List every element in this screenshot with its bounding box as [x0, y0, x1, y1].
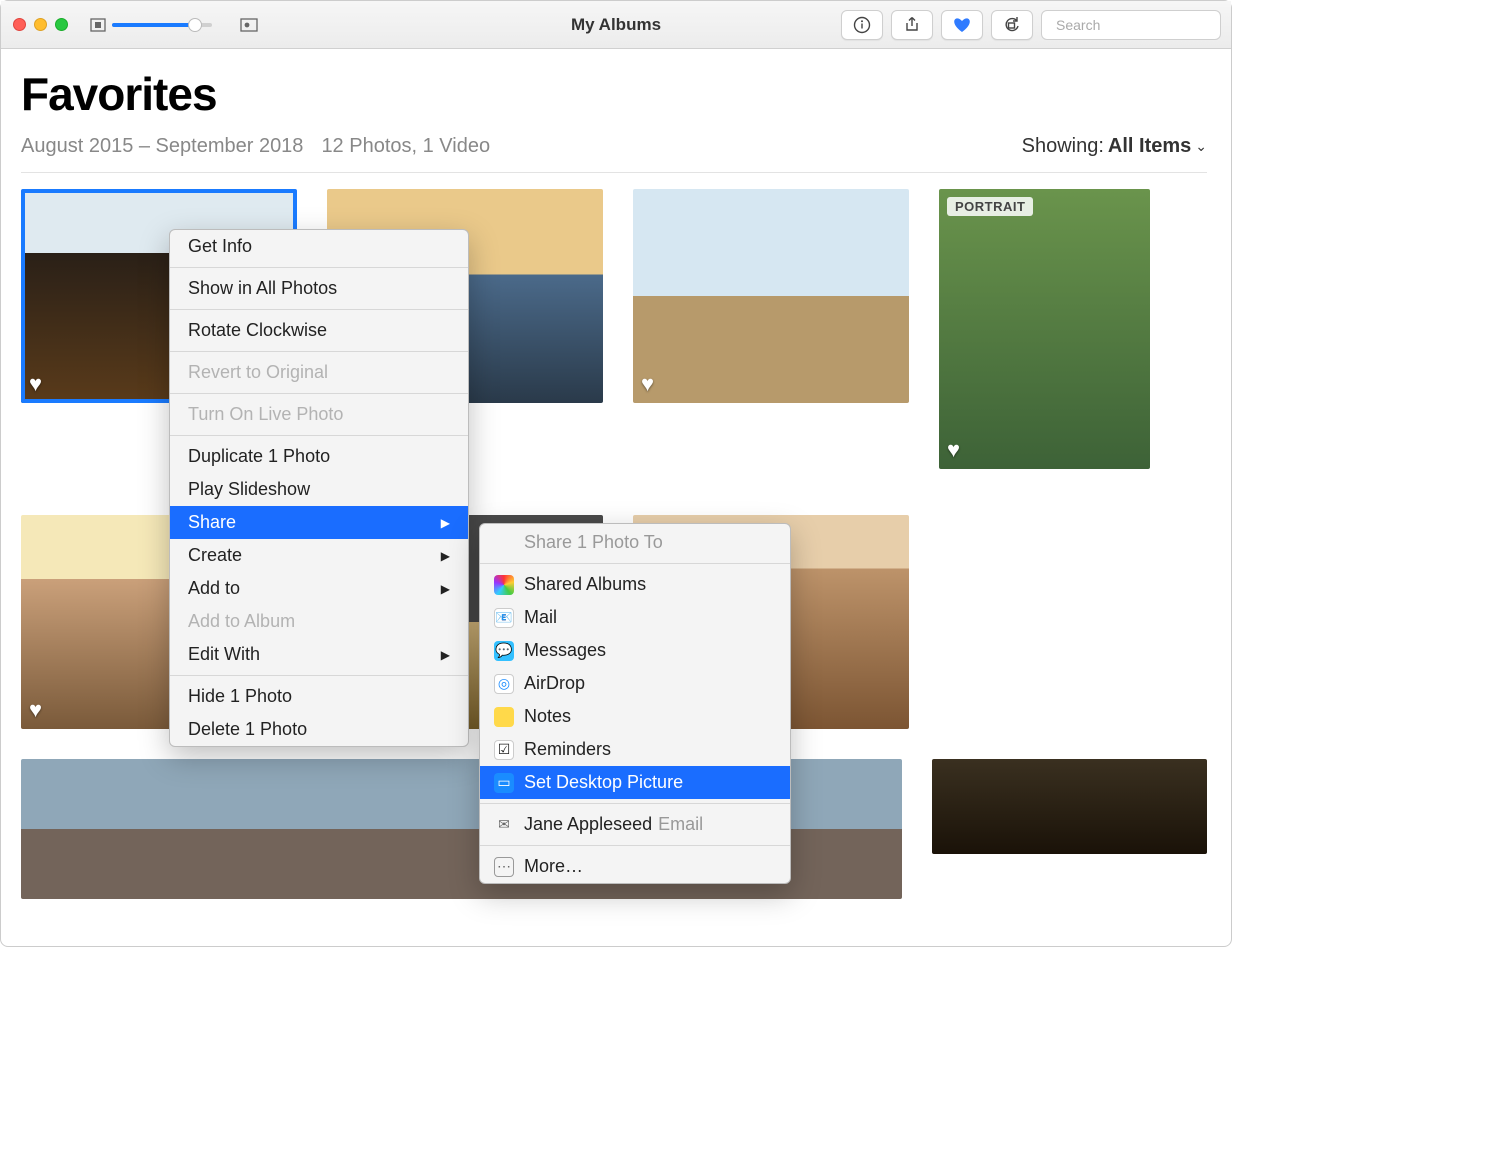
search-field[interactable]	[1041, 10, 1221, 40]
search-input[interactable]	[1056, 17, 1237, 33]
thumbnail-size-large-icon	[240, 18, 258, 32]
envelope-icon: ✉	[494, 815, 514, 835]
share-button[interactable]	[891, 10, 933, 40]
context-menu: Get Info Show in All Photos Rotate Clock…	[169, 229, 469, 747]
chevron-down-icon: ⌄	[1195, 138, 1207, 155]
close-window-button[interactable]	[13, 18, 26, 31]
portrait-badge: PORTRAIT	[947, 197, 1033, 216]
submenu-shared-albums[interactable]: Shared Albums	[480, 568, 790, 601]
menu-show-in-all-photos[interactable]: Show in All Photos	[170, 272, 468, 305]
notes-icon	[494, 707, 514, 727]
submenu-notes[interactable]: Notes	[480, 700, 790, 733]
info-button[interactable]	[841, 10, 883, 40]
favorite-button[interactable]	[941, 10, 983, 40]
favorite-icon: ♥	[947, 437, 960, 463]
window-controls	[13, 18, 68, 31]
submenu-contact[interactable]: ✉Jane AppleseedEmail	[480, 808, 790, 841]
page-title: Favorites	[21, 67, 1207, 121]
window-title: My Albums	[571, 15, 661, 35]
photo-thumbnail[interactable]	[932, 759, 1207, 854]
menu-add-to[interactable]: Add to▶	[170, 572, 468, 605]
showing-value: All Items	[1108, 135, 1191, 158]
submenu-more[interactable]: ⋯More…	[480, 850, 790, 883]
minimize-window-button[interactable]	[34, 18, 47, 31]
submenu-airdrop[interactable]: ◎AirDrop	[480, 667, 790, 700]
menu-duplicate[interactable]: Duplicate 1 Photo	[170, 440, 468, 473]
messages-icon: 💬	[494, 641, 514, 661]
showing-filter[interactable]: Showing: All Items ⌄	[1022, 135, 1207, 158]
menu-share[interactable]: Share▶	[170, 506, 468, 539]
thumbnail-size-slider[interactable]	[112, 23, 212, 27]
menu-play-slideshow[interactable]: Play Slideshow	[170, 473, 468, 506]
submenu-messages[interactable]: 💬Messages	[480, 634, 790, 667]
submenu-header: Share 1 Photo To	[480, 524, 790, 559]
shared-albums-icon	[494, 575, 514, 595]
submenu-arrow-icon: ▶	[441, 648, 450, 662]
menu-create[interactable]: Create▶	[170, 539, 468, 572]
submenu-arrow-icon: ▶	[441, 516, 450, 530]
window-titlebar: My Albums	[1, 1, 1231, 49]
favorite-icon: ♥	[29, 371, 42, 397]
mail-icon: 📧	[494, 608, 514, 628]
menu-turn-on-live-photo: Turn On Live Photo	[170, 398, 468, 431]
thumbnail-size-small-icon	[90, 18, 106, 32]
share-submenu: Share 1 Photo To Shared Albums 📧Mail 💬Me…	[479, 523, 791, 884]
favorite-icon: ♥	[29, 697, 42, 723]
submenu-reminders[interactable]: ☑Reminders	[480, 733, 790, 766]
showing-label: Showing:	[1022, 135, 1104, 158]
more-icon: ⋯	[494, 857, 514, 877]
menu-delete-photo[interactable]: Delete 1 Photo	[170, 713, 468, 746]
photo-thumbnail[interactable]: ♥	[633, 189, 909, 403]
submenu-mail[interactable]: 📧Mail	[480, 601, 790, 634]
menu-revert-to-original: Revert to Original	[170, 356, 468, 389]
date-range: August 2015 – September 2018	[21, 135, 303, 158]
rotate-button[interactable]	[991, 10, 1033, 40]
submenu-set-desktop-picture[interactable]: ▭Set Desktop Picture	[480, 766, 790, 799]
fullscreen-window-button[interactable]	[55, 18, 68, 31]
menu-edit-with[interactable]: Edit With▶	[170, 638, 468, 671]
reminders-icon: ☑	[494, 740, 514, 760]
item-count: 12 Photos, 1 Video	[321, 135, 490, 158]
desktop-icon: ▭	[494, 773, 514, 793]
submenu-arrow-icon: ▶	[441, 549, 450, 563]
menu-hide-photo[interactable]: Hide 1 Photo	[170, 680, 468, 713]
photo-thumbnail[interactable]: PORTRAIT ♥	[939, 189, 1150, 469]
submenu-arrow-icon: ▶	[441, 582, 450, 596]
menu-rotate-clockwise[interactable]: Rotate Clockwise	[170, 314, 468, 347]
airdrop-icon: ◎	[494, 674, 514, 694]
content-header: Favorites August 2015 – September 2018 1…	[1, 49, 1231, 173]
menu-add-to-album: Add to Album	[170, 605, 468, 638]
favorite-icon: ♥	[641, 371, 654, 397]
menu-get-info[interactable]: Get Info	[170, 230, 468, 263]
